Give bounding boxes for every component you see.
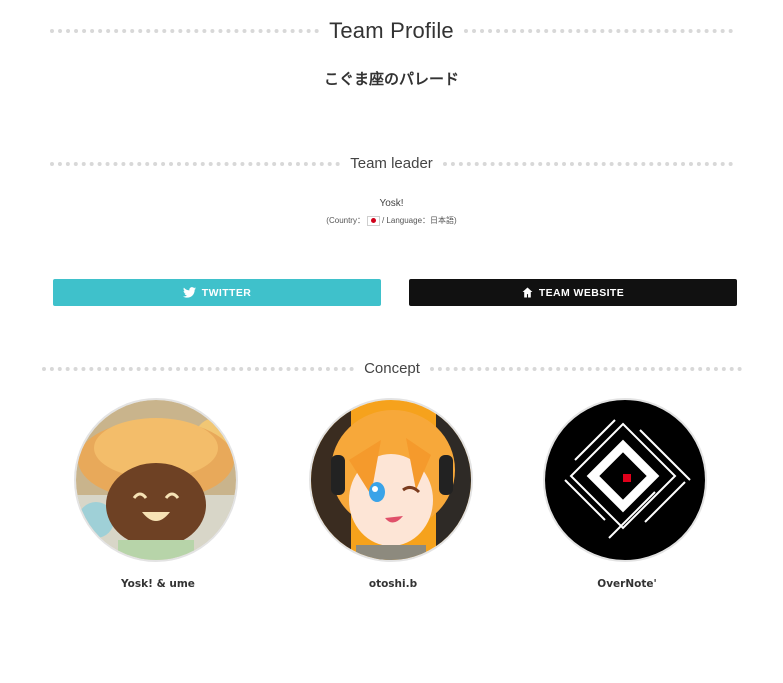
member-avatar[interactable] [309, 398, 473, 562]
team-website-button[interactable]: TEAM WEBSITE [409, 279, 737, 306]
member-name: Yosk! & ume [121, 578, 195, 590]
concept-title: Concept [364, 360, 420, 377]
member-card: OverNote' [543, 398, 711, 590]
hat-character-illustration [76, 400, 236, 560]
team-website-button-label: TEAM WEBSITE [538, 286, 625, 299]
member-name: otoshi.b [368, 578, 418, 590]
member-card: otoshi.b [309, 398, 477, 590]
dotted-divider-left [50, 161, 341, 166]
member-avatar[interactable] [74, 398, 238, 562]
japan-flag-icon [366, 215, 380, 226]
dotted-divider-left [42, 366, 355, 371]
twitter-button[interactable]: TWITTER [53, 279, 381, 306]
twitter-button-label: TWITTER [201, 286, 252, 299]
team-profile-title: Team Profile [329, 18, 454, 43]
member-avatar[interactable] [543, 398, 707, 562]
team-profile-heading: Team Profile [50, 18, 734, 44]
dotted-divider-left [50, 29, 320, 33]
member-card: Yosk! & ume [74, 398, 242, 590]
team-name: こぐま座のパレード [323, 70, 459, 88]
team-leader-heading: Team leader [50, 155, 734, 172]
twitter-bird-icon [182, 287, 196, 298]
member-name: OverNote' [597, 578, 657, 590]
country-label: (Country： [326, 216, 365, 225]
dotted-divider-right [429, 366, 742, 371]
language-label: / Language：日本語) [381, 216, 457, 225]
concept-heading: Concept [42, 360, 742, 377]
overnote-logo [545, 400, 705, 560]
orange-hair-girl-illustration [311, 400, 471, 560]
home-icon [522, 287, 533, 298]
team-leader-title: Team leader [350, 155, 433, 172]
leader-name: Yosk! [379, 198, 404, 209]
leader-country-language: (Country： / Language：日本語) [0, 215, 783, 226]
dotted-divider-right [463, 29, 734, 33]
dotted-divider-right [442, 161, 734, 166]
